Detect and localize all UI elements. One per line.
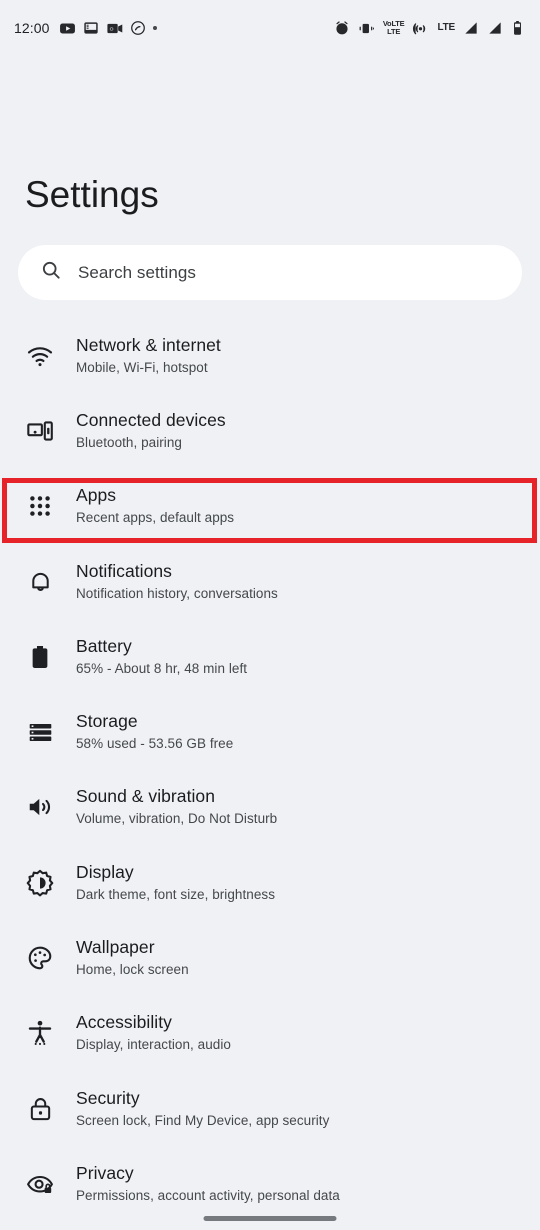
settings-row-text: Sound & vibration Volume, vibration, Do … xyxy=(76,785,277,829)
settings-row-text: Battery 65% - About 8 hr, 48 min left xyxy=(76,635,247,679)
row-title: Connected devices xyxy=(76,409,226,430)
settings-row-text: Apps Recent apps, default apps xyxy=(76,484,234,528)
storage-icon xyxy=(13,719,67,746)
row-subtitle: Display, interaction, audio xyxy=(76,1037,231,1053)
settings-row-battery[interactable]: Battery 65% - About 8 hr, 48 min left xyxy=(0,619,540,694)
settings-row-text: Connected devices Bluetooth, pairing xyxy=(76,409,226,453)
settings-row-wallpaper[interactable]: Wallpaper Home, lock screen xyxy=(0,920,540,995)
battery-icon xyxy=(511,20,524,36)
more-notifications-dot xyxy=(152,26,157,30)
row-title: Security xyxy=(76,1087,140,1108)
settings-row-text: Wallpaper Home, lock screen xyxy=(76,936,189,980)
connected-devices-icon xyxy=(13,417,67,445)
row-title: Accessibility xyxy=(76,1012,172,1033)
settings-row-text: Privacy Permissions, account activity, p… xyxy=(76,1162,340,1206)
search-placeholder: Search settings xyxy=(78,262,196,282)
row-title: Wallpaper xyxy=(76,937,155,958)
settings-row-text: Network & internet Mobile, Wi-Fi, hotspo… xyxy=(76,334,221,378)
settings-row-connected-devices[interactable]: Connected devices Bluetooth, pairing xyxy=(0,393,540,468)
shazam-icon xyxy=(130,20,146,36)
row-subtitle: 65% - About 8 hr, 48 min left xyxy=(76,660,248,676)
status-bar: 12:00 O VoLTE LTE LTE xyxy=(0,0,540,56)
search-input[interactable]: Search settings xyxy=(18,245,522,300)
page-title: Settings xyxy=(25,174,159,215)
status-clock: 12:00 xyxy=(14,20,50,36)
eye-lock-icon xyxy=(13,1170,67,1198)
volume-icon xyxy=(13,793,67,821)
status-bar-right: VoLTE LTE LTE xyxy=(334,20,524,37)
settings-row-apps[interactable]: Apps Recent apps, default apps xyxy=(0,469,540,544)
search-icon xyxy=(40,259,62,286)
settings-row-text: Notifications Notification history, conv… xyxy=(76,560,278,604)
settings-row-sound-vibration[interactable]: Sound & vibration Volume, vibration, Do … xyxy=(0,770,540,845)
row-subtitle: Home, lock screen xyxy=(76,962,189,978)
brightness-icon xyxy=(13,869,67,897)
row-title: Battery xyxy=(76,635,132,656)
lock-icon xyxy=(13,1095,67,1122)
row-title: Network & internet xyxy=(76,334,221,355)
volte-icon: VoLTE LTE xyxy=(382,19,405,36)
row-subtitle: Bluetooth, pairing xyxy=(76,434,182,450)
settings-row-security[interactable]: Security Screen lock, Find My Device, ap… xyxy=(0,1071,540,1146)
row-title: Display xyxy=(76,861,134,882)
row-title: Privacy xyxy=(76,1162,134,1183)
signal-bars-2-icon xyxy=(487,20,503,36)
battery-icon xyxy=(13,644,67,670)
row-title: Apps xyxy=(76,485,117,506)
row-subtitle: Permissions, account activity, personal … xyxy=(76,1187,340,1203)
gesture-nav-pill[interactable] xyxy=(203,1216,337,1221)
youtube-icon xyxy=(59,20,76,37)
vibrate-icon xyxy=(358,20,375,37)
settings-row-display[interactable]: Display Dark theme, font size, brightnes… xyxy=(0,845,540,920)
settings-row-privacy[interactable]: Privacy Permissions, account activity, p… xyxy=(0,1146,540,1221)
row-title: Storage xyxy=(76,711,138,732)
row-subtitle: Dark theme, font size, brightness xyxy=(76,886,275,902)
row-subtitle: Recent apps, default apps xyxy=(76,510,235,526)
status-bar-left: 12:00 O xyxy=(14,20,157,37)
apps-grid-icon xyxy=(13,493,67,519)
bell-icon xyxy=(13,568,67,595)
settings-row-notifications[interactable]: Notifications Notification history, conv… xyxy=(0,544,540,619)
palette-icon xyxy=(13,944,67,972)
settings-row-accessibility[interactable]: Accessibility Display, interaction, audi… xyxy=(0,996,540,1071)
settings-row-text: Accessibility Display, interaction, audi… xyxy=(76,1011,231,1055)
settings-row-text: Security Screen lock, Find My Device, ap… xyxy=(76,1087,329,1131)
row-subtitle: Volume, vibration, Do Not Disturb xyxy=(76,811,278,827)
settings-row-text: Display Dark theme, font size, brightnes… xyxy=(76,861,275,905)
alarm-icon xyxy=(334,20,350,36)
svg-text:O: O xyxy=(109,26,113,32)
row-subtitle: 58% used - 53.56 GB free xyxy=(76,736,234,752)
signal-bars-1-icon xyxy=(463,20,479,36)
settings-row-network-internet[interactable]: Network & internet Mobile, Wi-Fi, hotspo… xyxy=(0,318,540,393)
row-subtitle: Mobile, Wi-Fi, hotspot xyxy=(76,359,208,375)
row-title: Sound & vibration xyxy=(76,786,215,807)
screen-record-icon xyxy=(83,20,99,36)
settings-row-storage[interactable]: Storage 58% used - 53.56 GB free xyxy=(0,694,540,769)
row-subtitle: Screen lock, Find My Device, app securit… xyxy=(76,1112,330,1128)
wifi-icon xyxy=(13,342,67,370)
lte-label: LTE xyxy=(437,22,455,33)
outlook-icon: O xyxy=(106,20,123,37)
accessibility-icon xyxy=(13,1019,67,1047)
row-subtitle: Notification history, conversations xyxy=(76,585,278,601)
row-title: Notifications xyxy=(76,560,172,581)
hotspot-icon xyxy=(412,20,429,37)
settings-row-text: Storage 58% used - 53.56 GB free xyxy=(76,710,233,754)
settings-list: Network & internet Mobile, Wi-Fi, hotspo… xyxy=(0,318,540,1222)
